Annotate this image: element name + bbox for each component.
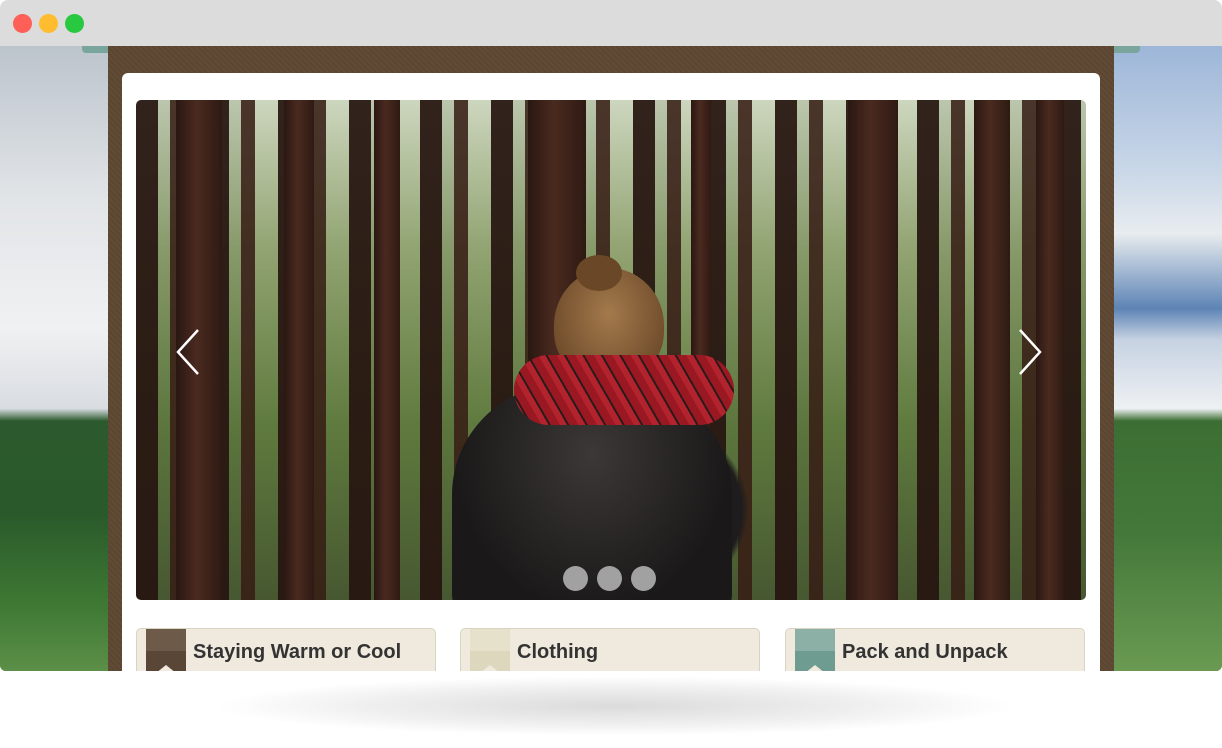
tree-trunk [848, 100, 898, 600]
bookmark-flag-icon [470, 629, 510, 671]
card-pack-and-unpack[interactable]: Pack and Unpack [785, 628, 1085, 671]
card-label: Clothing [517, 641, 599, 663]
card-clothing[interactable]: Clothing [460, 628, 760, 671]
card-label: Pack and Unpack [842, 641, 1008, 663]
page-viewport: Staying Warm or Cool Clothing Pack and U… [0, 46, 1222, 671]
hero-slider[interactable] [136, 100, 1086, 600]
slider-dot-2[interactable] [597, 566, 622, 591]
background-scenery-right [1112, 46, 1222, 671]
slider-next-button[interactable] [1010, 326, 1050, 378]
maximize-window-button[interactable] [65, 14, 84, 33]
content-panel: Staying Warm or Cool Clothing Pack and U… [122, 73, 1100, 671]
window-drop-shadow [210, 676, 1020, 736]
background-scenery-left [0, 46, 110, 671]
ribbon-tip-right [1110, 46, 1140, 53]
slider-dot-3[interactable] [631, 566, 656, 591]
tree-trunk [374, 100, 400, 600]
minimize-window-button[interactable] [39, 14, 58, 33]
close-window-button[interactable] [13, 14, 32, 33]
bookmark-flag-icon [146, 629, 186, 671]
tree-trunk [284, 100, 314, 600]
person-scarf [514, 355, 734, 425]
bookmark-flag-icon [795, 629, 835, 671]
slider-prev-button[interactable] [168, 326, 208, 378]
slider-dot-1[interactable] [563, 566, 588, 591]
content-frame: Staying Warm or Cool Clothing Pack and U… [108, 46, 1114, 671]
person-hair-bun [576, 255, 622, 291]
chevron-right-icon [1019, 329, 1042, 375]
card-label: Staying Warm or Cool [193, 641, 402, 663]
window-titlebar [0, 0, 1222, 46]
card-staying-warm-or-cool[interactable]: Staying Warm or Cool [136, 628, 436, 671]
chevron-left-icon [176, 329, 199, 375]
slider-pagination [563, 566, 656, 591]
tree-trunk [974, 100, 1010, 600]
